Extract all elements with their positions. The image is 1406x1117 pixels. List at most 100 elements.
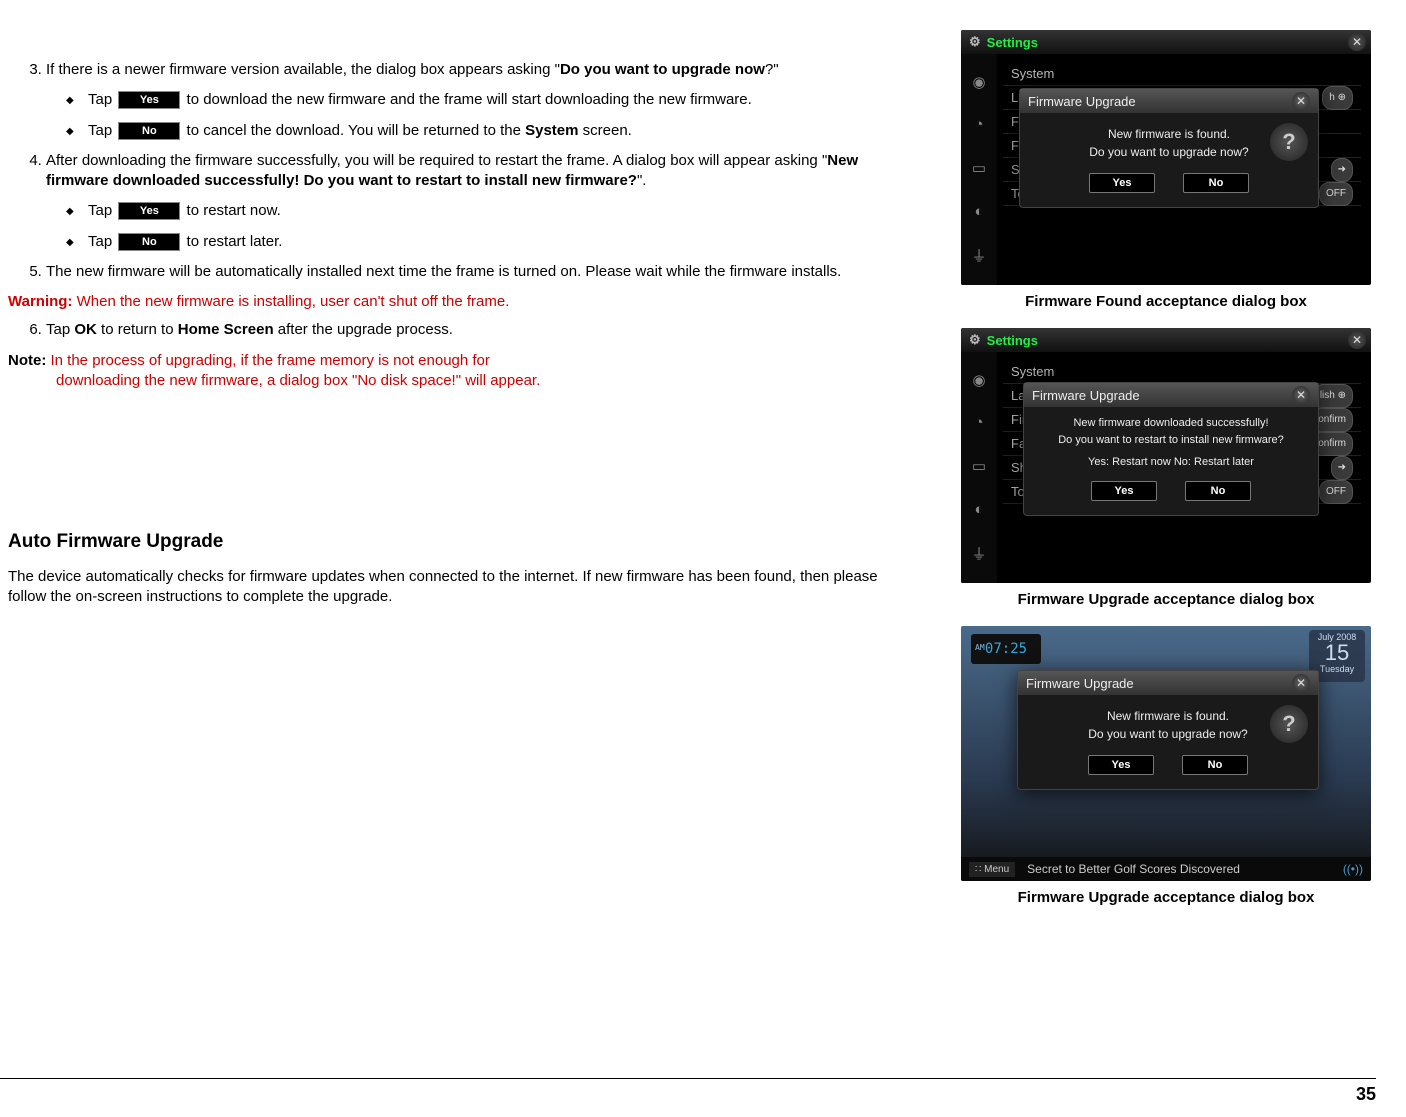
warning-text: When the new firmware is installing, use… [72, 293, 509, 310]
yes-button[interactable]: Yes [1091, 481, 1157, 501]
dialog-close-icon[interactable]: ✕ [1292, 674, 1310, 692]
section-body: The device automatically checks for firm… [8, 567, 916, 608]
right-column: ⚙ Settings ✕ ◉ ◔ ▭ ◐ ⏚ System Lah ⊕ FiCo… [956, 30, 1376, 924]
dialog-header: Firmware Upgrade ✕ [1020, 89, 1318, 113]
b2-mid: to cancel the download. You will be retu… [182, 122, 525, 139]
figure-2-caption: Firmware Upgrade acceptance dialog box [956, 591, 1376, 608]
dialog-close-icon[interactable]: ✕ [1292, 92, 1310, 110]
instruction-list-6: Tap OK to return to Home Screen after th… [8, 320, 916, 340]
s4b2-pre: Tap [88, 233, 116, 250]
b2-tail: screen. [578, 122, 631, 139]
wifi-icon[interactable]: ◉ [972, 371, 985, 389]
s6-pre: Tap [46, 321, 74, 338]
display-icon[interactable]: ▭ [972, 159, 986, 177]
step-3-tail: ?" [765, 61, 779, 78]
figure-1-caption: Firmware Found acceptance dialog box [956, 293, 1376, 310]
question-icon: ? [1270, 123, 1308, 161]
yes-button[interactable]: Yes [1088, 755, 1154, 775]
step-5: The new firmware will be automatically i… [46, 262, 916, 282]
step-3-bullet-1: Tap Yes to download the new firmware and… [66, 90, 916, 110]
date-day: 15 [1309, 642, 1365, 664]
b1-pre: Tap [88, 91, 116, 108]
clock-icon[interactable]: ◔ [974, 116, 983, 133]
dialog-line-1: New firmware downloaded successfully! [1034, 415, 1308, 432]
chart-icon[interactable]: ◐ [974, 203, 983, 220]
no-button[interactable]: No [1185, 481, 1251, 501]
wifi-icon[interactable]: ◉ [972, 73, 985, 91]
dialog-line-2: Do you want to restart to install new fi… [1034, 432, 1308, 449]
dialog-title: Firmware Upgrade [1032, 388, 1140, 403]
warning-line: Warning: When the new firmware is instal… [8, 292, 916, 312]
s6-ok: OK [74, 321, 97, 338]
note-label: Note: [8, 352, 46, 369]
yes-button-icon: Yes [118, 202, 180, 220]
no-button-icon: No [118, 122, 180, 140]
no-button-icon: No [118, 233, 180, 251]
s6-home: Home Screen [178, 321, 274, 338]
news-ticker: ∷ Menu Secret to Better Golf Scores Disc… [961, 857, 1371, 881]
dialog-close-icon[interactable]: ✕ [1292, 386, 1310, 404]
step-3-bold: Do you want to upgrade now [560, 61, 765, 78]
menu-button[interactable]: ∷ Menu [969, 862, 1015, 877]
dialog-buttons: Yes No [1018, 749, 1318, 789]
no-button[interactable]: No [1182, 755, 1248, 775]
dialog-body: ? New firmware is found. Do you want to … [1018, 695, 1318, 749]
row-system: System [1003, 62, 1361, 86]
sidebar: ◉ ◔ ▭ ◐ ⏚ [961, 54, 997, 285]
close-icon[interactable]: ✕ [1348, 33, 1366, 51]
firmware-found-dialog-home: Firmware Upgrade ✕ ? New firmware is fou… [1017, 670, 1319, 790]
chart-icon[interactable]: ◐ [974, 501, 983, 518]
step-3: If there is a newer firmware version ava… [46, 60, 916, 141]
s6-post: after the upgrade process. [274, 321, 453, 338]
display-icon[interactable]: ▭ [972, 457, 986, 475]
gear-icon: ⚙ [969, 332, 981, 348]
settings-label: Settings [987, 35, 1038, 50]
sidebar: ◉ ◔ ▭ ◐ ⏚ [961, 352, 997, 583]
figure-3-caption: Firmware Upgrade acceptance dialog box [956, 889, 1376, 906]
yes-button[interactable]: Yes [1089, 173, 1155, 193]
close-icon[interactable]: ✕ [1348, 331, 1366, 349]
b2-bold: System [525, 122, 578, 139]
dialog-title: Firmware Upgrade [1028, 94, 1136, 109]
power-icon[interactable]: ⏚ [971, 543, 986, 564]
s4b1-pre: Tap [88, 202, 116, 219]
clock-icon[interactable]: ◔ [974, 414, 983, 431]
titlebar: ⚙ Settings [961, 30, 1371, 54]
step-3-bullet-2: Tap No to cancel the download. You will … [66, 121, 916, 141]
clock-widget: AM 07:25 [971, 634, 1041, 664]
question-icon: ? [1270, 705, 1308, 743]
step-4-bullet-1: Tap Yes to restart now. [66, 201, 916, 221]
ticker-text: Secret to Better Golf Scores Discovered [1027, 862, 1240, 876]
note-block: Note: In the process of upgrading, if th… [8, 351, 916, 392]
dialog-body: New firmware downloaded successfully! Do… [1024, 407, 1318, 475]
yes-button-icon: Yes [118, 91, 180, 109]
b2-pre: Tap [88, 122, 116, 139]
dialog-body: ? New firmware is found. Do you want to … [1020, 113, 1318, 167]
firmware-restart-dialog: Firmware Upgrade ✕ New firmware download… [1023, 382, 1319, 516]
s4-tail: ". [637, 172, 647, 189]
titlebar: ⚙ Settings [961, 328, 1371, 352]
dialog-line-2: Do you want to upgrade now? [1032, 725, 1304, 743]
no-button[interactable]: No [1183, 173, 1249, 193]
figure-firmware-upgrade: ⚙ Settings ✕ ◉ ◔ ▭ ◐ ⏚ System Langlish ⊕… [961, 328, 1371, 583]
dialog-line-1: New firmware is found. [1032, 707, 1304, 725]
firmware-found-dialog: Firmware Upgrade ✕ ? New firmware is fou… [1019, 88, 1319, 208]
power-icon[interactable]: ⏚ [971, 245, 986, 266]
dialog-header: Firmware Upgrade ✕ [1018, 671, 1318, 695]
note-text-2: downloading the new firmware, a dialog b… [56, 371, 916, 391]
dialog-line-3: Yes: Restart now No: Restart later [1034, 454, 1308, 471]
page-number: 35 [1356, 1084, 1376, 1105]
dialog-header: Firmware Upgrade ✕ [1024, 383, 1318, 407]
dialog-line-1: New firmware is found. [1034, 125, 1304, 143]
sound-icon[interactable]: ((•)) [1343, 862, 1363, 876]
footer-rule [0, 1078, 1376, 1079]
warning-label: Warning: [8, 293, 72, 310]
dialog-title: Firmware Upgrade [1026, 676, 1134, 691]
left-column: If there is a newer firmware version ava… [8, 30, 916, 924]
clock-time: 07:25 [985, 641, 1027, 657]
step-4: After downloading the firmware successfu… [46, 151, 916, 252]
step-6: Tap OK to return to Home Screen after th… [46, 320, 916, 340]
am-label: AM [975, 633, 985, 663]
s6-mid: to return to [97, 321, 178, 338]
figure-home-firmware-upgrade: AM 07:25 July 2008 15 Tuesday Firmware U… [961, 626, 1371, 881]
